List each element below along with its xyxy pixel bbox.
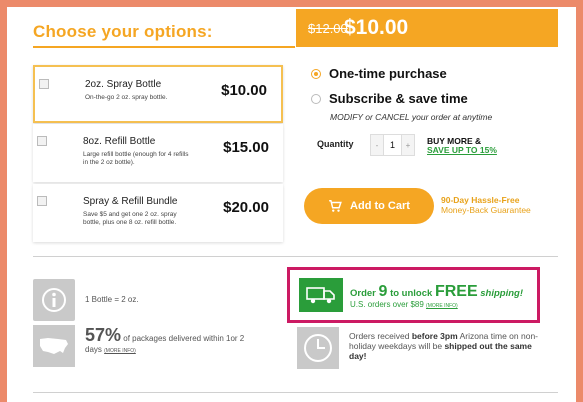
shipping-word: shipping! (480, 288, 523, 299)
option-description: On-the-go 2 oz. spray bottle. (85, 94, 168, 101)
option-bundle[interactable]: Spray & Refill Bundle Save $5 and get on… (33, 184, 283, 242)
options-heading: Choose your options: (33, 22, 213, 41)
delivery-text-2: days (85, 345, 102, 354)
price-bar: $12.00 $10.00 (296, 9, 558, 47)
option-price: $10.00 (221, 82, 267, 99)
guarantee-line-2: Money-Back Guarantee (441, 205, 531, 215)
usa-map-icon (33, 325, 75, 367)
product-image (39, 79, 49, 89)
old-price: $12.00 (308, 21, 348, 36)
delivery-percent: 57% (85, 325, 122, 345)
more-info-link[interactable]: (MORE INFO) (104, 348, 136, 354)
subscribe-label: Subscribe & save time (329, 91, 468, 106)
option-refill-bottle[interactable]: 8oz. Refill Bottle Large refill bottle (… (33, 124, 283, 182)
option-name: Spray & Refill Bundle (83, 196, 178, 207)
cart-icon (329, 200, 342, 212)
save-up-link[interactable]: SAVE UP TO 15% (427, 145, 497, 155)
orders-over-text: U.S. orders over $89 (350, 300, 424, 309)
decrement-button[interactable]: - (371, 135, 383, 155)
product-image (37, 196, 47, 206)
order-amount: 9 (378, 283, 388, 300)
free-word: FREE (434, 283, 478, 300)
delivery-text: of packages delivered within 1or 2 (123, 334, 245, 343)
radio-unselected-icon[interactable] (311, 93, 321, 104)
bottle-equivalence: 1 Bottle = 2 oz. (85, 295, 139, 304)
option-description: Large refill bottle (enough for 4 refill… (83, 151, 189, 166)
radio-one-time[interactable]: One-time purchase (311, 66, 447, 81)
current-price: $10.00 (344, 16, 409, 39)
same-day-shipping-text: Orders received before 3pm Arizona time … (349, 331, 549, 361)
bottom-divider (33, 392, 558, 393)
radio-subscribe[interactable]: Subscribe & save time (311, 91, 468, 106)
add-to-cart-button[interactable]: Add to Cart (304, 188, 434, 224)
section-divider (33, 256, 558, 257)
shipping-more-info-link[interactable]: (MORE INFO) (426, 303, 458, 309)
cutoff-before: before 3pm (411, 331, 458, 341)
option-name: 8oz. Refill Bottle (83, 136, 156, 147)
option-description: Save $5 and get one 2 oz. spray bottle, … (83, 211, 177, 226)
unlock-word: to unlock (390, 288, 433, 299)
radio-selected-icon[interactable] (311, 68, 321, 79)
quantity-value[interactable]: 1 (383, 135, 402, 155)
guarantee-text: 90-Day Hassle-Free Money-Back Guarantee (441, 195, 531, 215)
option-spray-bottle[interactable]: 2oz. Spray Bottle On-the-go 2 oz. spray … (33, 65, 283, 123)
order-word: Order (350, 288, 376, 299)
add-to-cart-label: Add to Cart (350, 200, 410, 212)
subscribe-note: MODIFY or CANCEL your order at anytime (330, 112, 493, 122)
quantity-stepper[interactable]: - 1 + (370, 134, 415, 156)
quantity-label: Quantity (317, 139, 354, 149)
heading-underline (33, 46, 295, 48)
increment-button[interactable]: + (402, 135, 414, 155)
delivery-stat: 57% of packages delivered within 1or 2 d… (85, 326, 285, 357)
option-price: $15.00 (223, 139, 269, 156)
free-shipping-headline: Order 9 to unlock FREE shipping! (350, 283, 523, 301)
clock-icon (297, 327, 339, 369)
option-name: 2oz. Spray Bottle (85, 79, 162, 90)
guarantee-line-1: 90-Day Hassle-Free (441, 195, 520, 205)
free-shipping-banner: Order 9 to unlock FREE shipping! U.S. or… (287, 267, 540, 323)
cutoff-text-1: Orders received (349, 331, 410, 341)
one-time-label: One-time purchase (329, 66, 447, 81)
product-image (37, 136, 47, 146)
info-icon (33, 279, 75, 321)
option-price: $20.00 (223, 199, 269, 216)
truck-icon (299, 278, 343, 312)
free-shipping-subline: U.S. orders over $89 (MORE INFO) (350, 300, 458, 309)
